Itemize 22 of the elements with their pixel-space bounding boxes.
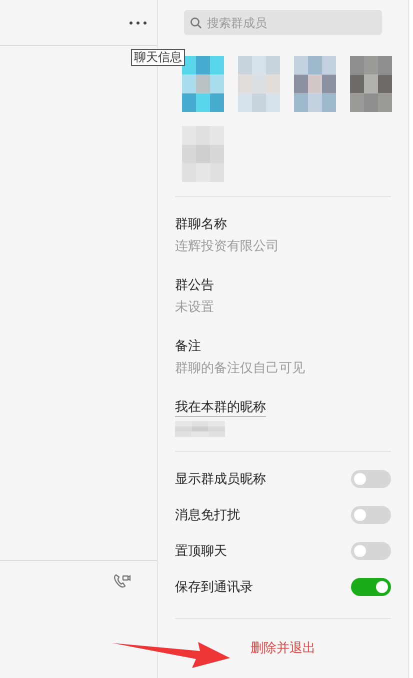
field-label: 备注 — [175, 337, 202, 355]
field-label: 群公告 — [175, 276, 215, 294]
search-field[interactable]: 搜索群成员 — [184, 10, 382, 35]
toggle-switch[interactable] — [351, 542, 391, 560]
phone-video-icon[interactable] — [113, 573, 131, 589]
field-value[interactable]: 群聊的备注仅自己可见 — [175, 359, 391, 377]
setting-label: 消息免打扰 — [175, 506, 240, 524]
tooltip: 聊天信息 — [131, 49, 185, 66]
exit-button[interactable]: 删除并退出 — [250, 639, 316, 657]
field-value[interactable]: 未设置 — [175, 298, 391, 316]
toggle-switch[interactable] — [351, 578, 391, 596]
field-label: 我在本群的昵称 — [175, 398, 266, 417]
search-input[interactable]: 搜索群成员 — [207, 14, 357, 32]
setting-label: 保存到通讯录 — [175, 578, 253, 596]
setting-label: 置顶聊天 — [175, 542, 227, 560]
more-icon[interactable] — [129, 20, 147, 24]
toggle-switch[interactable] — [351, 470, 391, 488]
search-icon — [190, 16, 202, 28]
setting-label: 显示群成员昵称 — [175, 470, 266, 488]
field-value[interactable]: 连辉投资有限公司 — [175, 237, 391, 255]
field-label: 群聊名称 — [175, 215, 228, 233]
toggle-switch[interactable] — [351, 506, 391, 524]
